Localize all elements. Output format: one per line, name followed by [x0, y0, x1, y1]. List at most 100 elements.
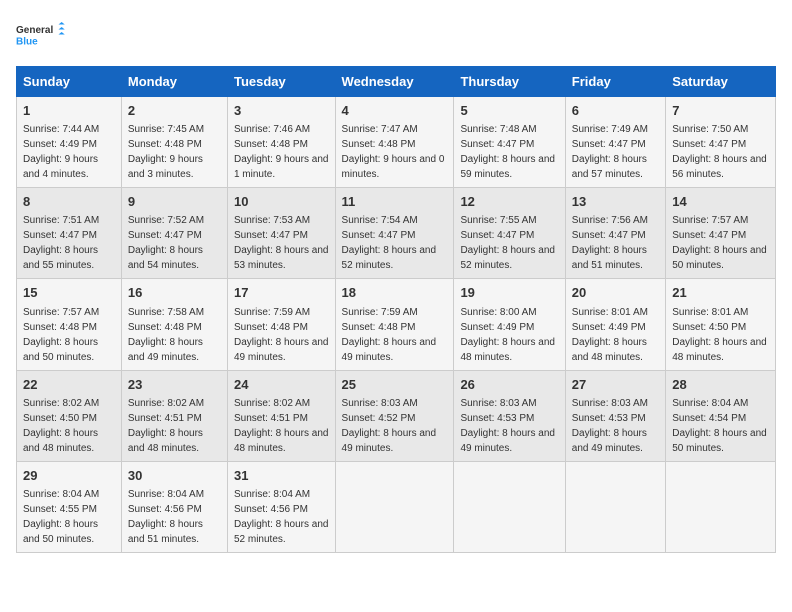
day-number: 24 [234, 376, 329, 394]
calendar-cell: 12Sunrise: 7:55 AMSunset: 4:47 PMDayligh… [454, 188, 565, 279]
daylight-info: Daylight: 8 hours and 48 minutes. [672, 337, 767, 363]
calendar-cell: 5Sunrise: 7:48 AMSunset: 4:47 PMDaylight… [454, 97, 565, 188]
calendar-table: SundayMondayTuesdayWednesdayThursdayFrid… [16, 66, 776, 553]
calendar-cell: 30 Sunrise: 8:04 AM Sunset: 4:56 PM Dayligh… [121, 461, 227, 552]
daylight-info: Daylight: 8 hours and 59 minutes. [460, 154, 555, 180]
sunset-info: Sunset: 4:49 PM [460, 322, 534, 333]
day-header-saturday: Saturday [666, 67, 776, 97]
calendar-cell: 15Sunrise: 7:57 AMSunset: 4:48 PMDayligh… [17, 279, 122, 370]
day-number: 25 [342, 376, 448, 394]
day-number: 23 [128, 376, 221, 394]
calendar-cell: 6Sunrise: 7:49 AMSunset: 4:47 PMDaylight… [565, 97, 665, 188]
sunrise-info: Sunrise: 7:58 AM [128, 307, 204, 318]
daylight-info: Daylight: 8 hours and 48 minutes. [234, 428, 329, 454]
day-number: 13 [572, 193, 659, 211]
daylight-info: Daylight: 8 hours and 50 minutes. [672, 245, 767, 271]
logo-svg: General Blue [16, 16, 66, 56]
sunset-info: Sunset: 4:56 PM [128, 504, 202, 515]
day-number: 29 [23, 467, 115, 485]
sunrise-info: Sunrise: 8:00 AM [460, 307, 536, 318]
calendar-cell: 28 Sunrise: 8:04 AM Sunset: 4:54 PM Dayligh… [666, 370, 776, 461]
sunrise-info: Sunrise: 8:04 AM [128, 489, 204, 500]
sunrise-info: Sunrise: 8:04 AM [23, 489, 99, 500]
sunset-info: Sunset: 4:47 PM [572, 230, 646, 241]
sunset-info: Sunset: 4:48 PM [128, 139, 202, 150]
sunrise-info: Sunrise: 8:04 AM [234, 489, 310, 500]
day-header-sunday: Sunday [17, 67, 122, 97]
calendar-cell: 1Sunrise: 7:44 AMSunset: 4:49 PMDaylight… [17, 97, 122, 188]
calendar-cell: 18Sunrise: 7:59 AMSunset: 4:48 PMDayligh… [335, 279, 454, 370]
sunrise-info: Sunrise: 7:54 AM [342, 215, 418, 226]
sunset-info: Sunset: 4:56 PM [234, 504, 308, 515]
sunset-info: Sunset: 4:53 PM [460, 413, 534, 424]
day-number: 31 [234, 467, 329, 485]
day-number: 17 [234, 284, 329, 302]
svg-text:General: General [16, 25, 53, 36]
daylight-info: Daylight: 8 hours and 48 minutes. [460, 337, 555, 363]
svg-text:Blue: Blue [16, 36, 38, 47]
sunrise-info: Sunrise: 7:52 AM [128, 215, 204, 226]
sunrise-info: Sunrise: 7:44 AM [23, 124, 99, 135]
calendar-cell: 19Sunrise: 8:00 AMSunset: 4:49 PMDayligh… [454, 279, 565, 370]
calendar-cell: 26Sunrise: 8:03 AMSunset: 4:53 PMDayligh… [454, 370, 565, 461]
calendar-cell: 4Sunrise: 7:47 AMSunset: 4:48 PMDaylight… [335, 97, 454, 188]
daylight-info: Daylight: 9 hours and 0 minutes. [342, 154, 445, 180]
sunset-info: Sunset: 4:48 PM [342, 139, 416, 150]
calendar-cell [454, 461, 565, 552]
calendar-cell [666, 461, 776, 552]
day-number: 26 [460, 376, 558, 394]
calendar-cell: 31 Sunrise: 8:04 AM Sunset: 4:56 PM Dayligh… [227, 461, 335, 552]
day-number: 14 [672, 193, 769, 211]
sunrise-info: Sunrise: 8:03 AM [460, 398, 536, 409]
calendar-cell [565, 461, 665, 552]
week-row-4: 22Sunrise: 8:02 AMSunset: 4:50 PMDayligh… [17, 370, 776, 461]
daylight-info: Daylight: 8 hours and 50 minutes. [672, 428, 767, 454]
day-number: 16 [128, 284, 221, 302]
sunset-info: Sunset: 4:48 PM [128, 322, 202, 333]
week-row-5: 29 Sunrise: 8:04 AM Sunset: 4:55 PM Dayligh… [17, 461, 776, 552]
daylight-info: Daylight: 9 hours and 3 minutes. [128, 154, 203, 180]
day-number: 27 [572, 376, 659, 394]
daylight-info: Daylight: 8 hours and 51 minutes. [572, 245, 647, 271]
sunrise-info: Sunrise: 8:04 AM [672, 398, 748, 409]
calendar-cell: 2Sunrise: 7:45 AMSunset: 4:48 PMDaylight… [121, 97, 227, 188]
sunrise-info: Sunrise: 7:49 AM [572, 124, 648, 135]
sunset-info: Sunset: 4:47 PM [342, 230, 416, 241]
sunset-info: Sunset: 4:49 PM [572, 322, 646, 333]
sunset-info: Sunset: 4:54 PM [672, 413, 746, 424]
sunrise-info: Sunrise: 8:02 AM [23, 398, 99, 409]
sunset-info: Sunset: 4:55 PM [23, 504, 97, 515]
day-header-friday: Friday [565, 67, 665, 97]
daylight-info: Daylight: 8 hours and 52 minutes. [234, 519, 329, 545]
daylight-info: Daylight: 9 hours and 4 minutes. [23, 154, 98, 180]
sunrise-info: Sunrise: 8:02 AM [234, 398, 310, 409]
daylight-info: Daylight: 8 hours and 49 minutes. [572, 428, 647, 454]
sunset-info: Sunset: 4:47 PM [672, 230, 746, 241]
day-number: 7 [672, 102, 769, 120]
day-number: 11 [342, 193, 448, 211]
calendar-cell: 16 Sunrise: 7:58 AM Sunset: 4:48 PM Dayligh… [121, 279, 227, 370]
day-header-thursday: Thursday [454, 67, 565, 97]
daylight-info: Daylight: 8 hours and 48 minutes. [23, 428, 98, 454]
daylight-info: Daylight: 8 hours and 51 minutes. [128, 519, 203, 545]
calendar-cell: 3Sunrise: 7:46 AMSunset: 4:48 PMDaylight… [227, 97, 335, 188]
sunrise-info: Sunrise: 7:48 AM [460, 124, 536, 135]
daylight-info: Daylight: 8 hours and 49 minutes. [342, 337, 437, 363]
sunset-info: Sunset: 4:49 PM [23, 139, 97, 150]
daylight-info: Daylight: 8 hours and 49 minutes. [128, 337, 203, 363]
header-row: SundayMondayTuesdayWednesdayThursdayFrid… [17, 67, 776, 97]
calendar-cell: 21Sunrise: 8:01 AMSunset: 4:50 PMDayligh… [666, 279, 776, 370]
sunset-info: Sunset: 4:47 PM [460, 139, 534, 150]
sunset-info: Sunset: 4:47 PM [672, 139, 746, 150]
day-number: 28 [672, 376, 769, 394]
daylight-info: Daylight: 8 hours and 49 minutes. [234, 337, 329, 363]
sunrise-info: Sunrise: 8:01 AM [672, 307, 748, 318]
logo: General Blue [16, 16, 66, 56]
day-number: 3 [234, 102, 329, 120]
sunrise-info: Sunrise: 8:03 AM [342, 398, 418, 409]
calendar-cell: 20Sunrise: 8:01 AMSunset: 4:49 PMDayligh… [565, 279, 665, 370]
daylight-info: Daylight: 9 hours and 1 minute. [234, 154, 329, 180]
day-number: 30 [128, 467, 221, 485]
sunrise-info: Sunrise: 7:50 AM [672, 124, 748, 135]
daylight-info: Daylight: 8 hours and 53 minutes. [234, 245, 329, 271]
